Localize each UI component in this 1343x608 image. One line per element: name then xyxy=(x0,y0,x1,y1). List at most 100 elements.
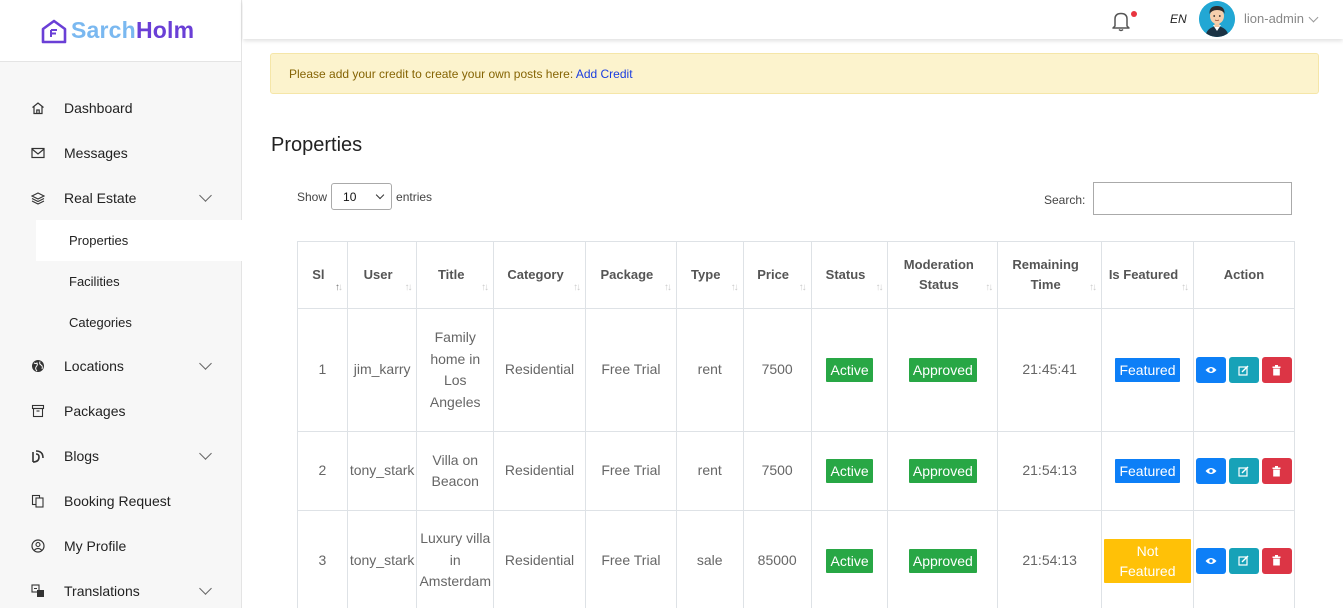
brand-part2: Holm xyxy=(135,17,195,43)
properties-table: Sl ↑↓ User ↑↓ Title ↑↓ Category ↑↓ Package ↑↓… xyxy=(297,241,1296,608)
cell-moderation: Approved xyxy=(887,510,999,608)
cell-title: Luxury villa in Amsterdam xyxy=(416,510,495,608)
col-header-price[interactable]: Price ↑↓ xyxy=(742,241,812,309)
sidebar-item-translations[interactable]: Translations xyxy=(0,568,242,608)
edit-icon xyxy=(1238,365,1249,376)
delete-button[interactable] xyxy=(1261,458,1292,484)
trash-icon xyxy=(1272,364,1281,375)
entries-select[interactable]: 10 xyxy=(331,183,393,210)
cell-user: jim_karry xyxy=(346,308,418,432)
cell-package: Free Trial xyxy=(585,308,677,432)
edit-button[interactable] xyxy=(1228,357,1259,383)
sidebar-subitem-label: Facilities xyxy=(69,274,120,289)
cell-moderation: Approved xyxy=(887,308,999,432)
chevron-down-icon[interactable] xyxy=(1308,12,1319,23)
language-switch[interactable]: EN xyxy=(1170,12,1187,26)
table-row: 1 jim_karry Family home in Los Angeles R… xyxy=(297,308,1296,432)
sidebar-subitem-properties[interactable]: Properties xyxy=(36,220,242,261)
moderation-badge: Approved xyxy=(908,548,977,573)
sort-icon: ↑↓ xyxy=(663,282,672,293)
delete-button[interactable] xyxy=(1261,547,1292,574)
sidebar-subitem-facilities[interactable]: Facilities xyxy=(0,261,242,302)
credit-alert: Please add your credit to create your ow… xyxy=(270,53,1319,94)
cell-status: Active xyxy=(810,510,889,608)
cell-title: Villa on Beacon xyxy=(416,431,495,511)
table-row: 2 tony_stark Villa on Beacon Residential… xyxy=(297,431,1296,511)
sidebar-item-blogs[interactable]: Blogs xyxy=(0,433,242,478)
sidebar-item-real-estate[interactable]: Real Estate xyxy=(0,175,242,220)
sidebar-item-packages[interactable]: Packages xyxy=(0,388,242,433)
layers-icon xyxy=(30,190,46,206)
search-input[interactable] xyxy=(1093,182,1292,215)
edit-icon xyxy=(1238,555,1249,566)
sidebar-item-dashboard[interactable]: Dashboard xyxy=(0,85,242,130)
sidebar-item-label: Blogs xyxy=(64,447,100,464)
col-header-sl[interactable]: Sl ↑↓ xyxy=(297,241,348,309)
add-credit-link[interactable]: Add Credit xyxy=(576,67,633,81)
edit-button[interactable] xyxy=(1228,458,1259,484)
sidebar-item-booking-request[interactable]: Booking Request xyxy=(0,478,242,523)
avatar[interactable] xyxy=(1199,1,1235,37)
entries-control: Show 10 entries xyxy=(297,183,432,210)
user-menu[interactable]: lion-admin xyxy=(1244,11,1304,26)
chevron-down-icon xyxy=(199,357,212,370)
view-button[interactable] xyxy=(1195,547,1226,574)
col-header-remaining-time[interactable]: Remaining Time ↑↓ xyxy=(997,241,1103,309)
sidebar-item-locations[interactable]: Locations xyxy=(0,343,242,388)
cell-featured: Not Featured xyxy=(1101,510,1194,608)
col-header-user[interactable]: User ↑↓ xyxy=(346,241,418,309)
col-header-title[interactable]: Title ↑↓ xyxy=(416,241,495,309)
sidebar-item-label: Dashboard xyxy=(64,99,133,116)
sort-icon: ↑↓ xyxy=(875,282,883,293)
col-header-is-featured[interactable]: Is Featured ↑↓ xyxy=(1101,241,1194,309)
sidebar-subitem-label: Properties xyxy=(69,233,129,248)
cell-action xyxy=(1192,308,1296,432)
col-header-package[interactable]: Package ↑↓ xyxy=(585,241,677,309)
cell-user: tony_stark xyxy=(346,431,418,511)
view-button[interactable] xyxy=(1195,357,1226,383)
eye-icon xyxy=(1205,367,1217,373)
cell-remaining: 21:54:13 xyxy=(997,510,1103,608)
avatar-image-icon xyxy=(1199,1,1235,37)
home-icon xyxy=(30,100,46,116)
sidebar-item-label: Booking Request xyxy=(64,492,171,509)
sidebar: SarchHolm Dashboard Messages Real Estate… xyxy=(0,0,242,608)
sidebar-item-label: Messages xyxy=(64,144,128,161)
cell-type: rent xyxy=(675,308,744,432)
cell-price: 85000 xyxy=(742,510,812,608)
cell-featured: Featured xyxy=(1101,431,1194,511)
moderation-badge: Approved xyxy=(908,358,977,382)
logo-house-icon xyxy=(41,19,67,43)
cell-sl: 2 xyxy=(297,431,348,511)
archive-icon xyxy=(30,403,46,419)
blog-icon xyxy=(30,448,46,464)
moderation-badge: Approved xyxy=(908,459,977,483)
topbar: EN lion-admin xyxy=(243,0,1343,39)
edit-button[interactable] xyxy=(1228,547,1259,574)
cell-status: Active xyxy=(810,431,889,511)
cell-category: Residential xyxy=(493,510,586,608)
cell-status: Active xyxy=(810,308,889,432)
col-header-moderation-status[interactable]: Moderation Status ↑↓ xyxy=(887,241,999,309)
view-button[interactable] xyxy=(1195,458,1226,484)
cell-price: 7500 xyxy=(742,431,812,511)
col-header-category[interactable]: Category ↑↓ xyxy=(493,241,586,309)
delete-button[interactable] xyxy=(1261,357,1292,383)
col-header-status[interactable]: Status ↑↓ xyxy=(810,241,889,309)
sidebar-item-label: Translations xyxy=(64,582,140,599)
sidebar-item-my-profile[interactable]: My Profile xyxy=(0,523,242,568)
col-header-type[interactable]: Type ↑↓ xyxy=(675,241,744,309)
sidebar-item-messages[interactable]: Messages xyxy=(0,130,242,175)
bell-icon[interactable] xyxy=(1111,10,1131,32)
eye-icon xyxy=(1205,468,1217,474)
cell-featured: Featured xyxy=(1101,308,1194,432)
sidebar-item-label: Locations xyxy=(64,357,124,374)
sort-icon: ↑↓ xyxy=(798,282,807,293)
page-title: Properties xyxy=(271,134,363,156)
logo[interactable]: SarchHolm xyxy=(0,0,241,62)
sort-icon: ↑↓ xyxy=(481,282,489,293)
alert-text: Please add your credit to create your ow… xyxy=(289,67,576,81)
featured-badge: Featured xyxy=(1115,459,1180,483)
sidebar-subitem-categories[interactable]: Categories xyxy=(0,302,242,343)
sort-icon: ↑↓ xyxy=(1180,282,1189,293)
